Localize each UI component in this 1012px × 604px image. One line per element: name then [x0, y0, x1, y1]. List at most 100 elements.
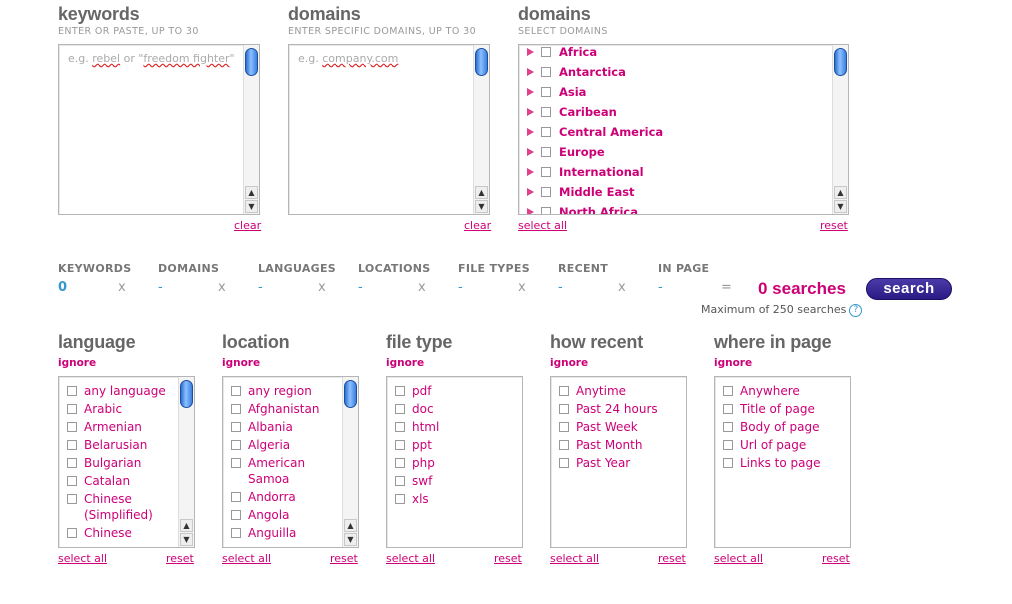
checkbox[interactable]: [231, 528, 241, 538]
checkbox[interactable]: [395, 422, 405, 432]
scroll-up-icon[interactable]: ▲: [834, 186, 847, 199]
checkbox[interactable]: [231, 440, 241, 450]
where-in-page-reset-link[interactable]: reset: [822, 552, 850, 565]
checkbox[interactable]: [231, 422, 241, 432]
checkbox[interactable]: [395, 476, 405, 486]
scroll-down-icon[interactable]: ▼: [475, 200, 488, 213]
scroll-thumb[interactable]: [344, 380, 357, 408]
where-in-page-option[interactable]: Anywhere: [723, 381, 846, 399]
expand-arrow-icon[interactable]: [527, 108, 534, 116]
domains-select-all-link[interactable]: select all: [518, 219, 567, 232]
location-option[interactable]: Andorra: [231, 487, 338, 505]
file-type-option[interactable]: swf: [395, 471, 518, 489]
keywords-clear-link[interactable]: clear: [234, 219, 261, 232]
file-type-ignore-link[interactable]: ignore: [386, 357, 424, 369]
file-type-select-all-link[interactable]: select all: [386, 552, 435, 565]
scroll-up-icon[interactable]: ▲: [180, 519, 193, 532]
checkbox[interactable]: [395, 440, 405, 450]
where-in-page-option[interactable]: Body of page: [723, 417, 846, 435]
how-recent-option[interactable]: Anytime: [559, 381, 682, 399]
help-icon[interactable]: ?: [849, 303, 863, 317]
expand-arrow-icon[interactable]: [527, 168, 534, 176]
checkbox[interactable]: [723, 440, 733, 450]
language-scrollbar[interactable]: ▲ ▼: [178, 377, 194, 547]
checkbox[interactable]: [231, 510, 241, 520]
domain-item[interactable]: Middle East: [519, 182, 832, 202]
checkbox[interactable]: [67, 458, 77, 468]
checkbox[interactable]: [541, 67, 551, 77]
scroll-up-icon[interactable]: ▲: [344, 519, 357, 532]
checkbox[interactable]: [395, 386, 405, 396]
keywords-textarea[interactable]: e.g. rebel or "freedom fighter" ▲ ▼: [58, 44, 260, 215]
expand-arrow-icon[interactable]: [527, 208, 534, 214]
how-recent-option[interactable]: Past Year: [559, 453, 682, 471]
location-option[interactable]: American Samoa: [231, 453, 338, 487]
file-type-option[interactable]: ppt: [395, 435, 518, 453]
scroll-down-icon[interactable]: ▼: [180, 533, 193, 546]
where-in-page-select-all-link[interactable]: select all: [714, 552, 763, 565]
checkbox[interactable]: [67, 528, 77, 538]
scroll-down-icon[interactable]: ▼: [245, 200, 258, 213]
checkbox[interactable]: [723, 458, 733, 468]
scroll-up-icon[interactable]: ▲: [245, 186, 258, 199]
language-option[interactable]: Belarusian: [67, 435, 174, 453]
checkbox[interactable]: [67, 440, 77, 450]
checkbox[interactable]: [67, 494, 77, 504]
checkbox[interactable]: [723, 386, 733, 396]
file-type-option[interactable]: html: [395, 417, 518, 435]
language-option[interactable]: any language: [67, 381, 174, 399]
domain-item[interactable]: Asia: [519, 82, 832, 102]
scroll-up-icon[interactable]: ▲: [475, 186, 488, 199]
checkbox[interactable]: [231, 404, 241, 414]
file-type-option[interactable]: pdf: [395, 381, 518, 399]
language-option[interactable]: Armenian: [67, 417, 174, 435]
where-in-page-option[interactable]: Url of page: [723, 435, 846, 453]
how-recent-option[interactable]: Past Month: [559, 435, 682, 453]
checkbox[interactable]: [723, 422, 733, 432]
scroll-down-icon[interactable]: ▼: [344, 533, 357, 546]
checkbox[interactable]: [231, 458, 241, 468]
scroll-thumb[interactable]: [245, 48, 258, 76]
domain-item[interactable]: Central America: [519, 122, 832, 142]
location-ignore-link[interactable]: ignore: [222, 357, 260, 369]
language-option[interactable]: Bulgarian: [67, 453, 174, 471]
file-type-option[interactable]: xls: [395, 489, 518, 507]
how-recent-option[interactable]: Past 24 hours: [559, 399, 682, 417]
checkbox[interactable]: [231, 492, 241, 502]
how-recent-option[interactable]: Past Week: [559, 417, 682, 435]
domains-input-scrollbar[interactable]: ▲ ▼: [473, 45, 489, 214]
expand-arrow-icon[interactable]: [527, 128, 534, 136]
location-option[interactable]: Afghanistan: [231, 399, 338, 417]
language-select-all-link[interactable]: select all: [58, 552, 107, 565]
how-recent-select-all-link[interactable]: select all: [550, 552, 599, 565]
domain-item[interactable]: Europe: [519, 142, 832, 162]
expand-arrow-icon[interactable]: [527, 88, 534, 96]
language-ignore-link[interactable]: ignore: [58, 357, 96, 369]
domains-input-clear-link[interactable]: clear: [464, 219, 491, 232]
language-option[interactable]: Arabic: [67, 399, 174, 417]
how-recent-ignore-link[interactable]: ignore: [550, 357, 588, 369]
domain-item[interactable]: Caribean: [519, 102, 832, 122]
domains-reset-link[interactable]: reset: [820, 219, 848, 232]
expand-arrow-icon[interactable]: [527, 48, 534, 56]
how-recent-reset-link[interactable]: reset: [658, 552, 686, 565]
language-option[interactable]: Catalan: [67, 471, 174, 489]
checkbox[interactable]: [67, 422, 77, 432]
checkbox[interactable]: [231, 386, 241, 396]
checkbox[interactable]: [541, 87, 551, 97]
location-reset-link[interactable]: reset: [330, 552, 358, 565]
location-option[interactable]: Anguilla: [231, 523, 338, 541]
checkbox[interactable]: [395, 458, 405, 468]
location-option[interactable]: Angola: [231, 505, 338, 523]
checkbox[interactable]: [559, 386, 569, 396]
file-type-option[interactable]: doc: [395, 399, 518, 417]
checkbox[interactable]: [559, 422, 569, 432]
domains-select-scrollbar[interactable]: ▲ ▼: [832, 45, 848, 214]
domain-item[interactable]: North Africa: [519, 202, 832, 214]
checkbox[interactable]: [541, 47, 551, 57]
location-option[interactable]: Algeria: [231, 435, 338, 453]
file-type-reset-link[interactable]: reset: [494, 552, 522, 565]
file-type-option[interactable]: php: [395, 453, 518, 471]
domain-item[interactable]: Africa: [519, 45, 832, 62]
checkbox[interactable]: [541, 107, 551, 117]
